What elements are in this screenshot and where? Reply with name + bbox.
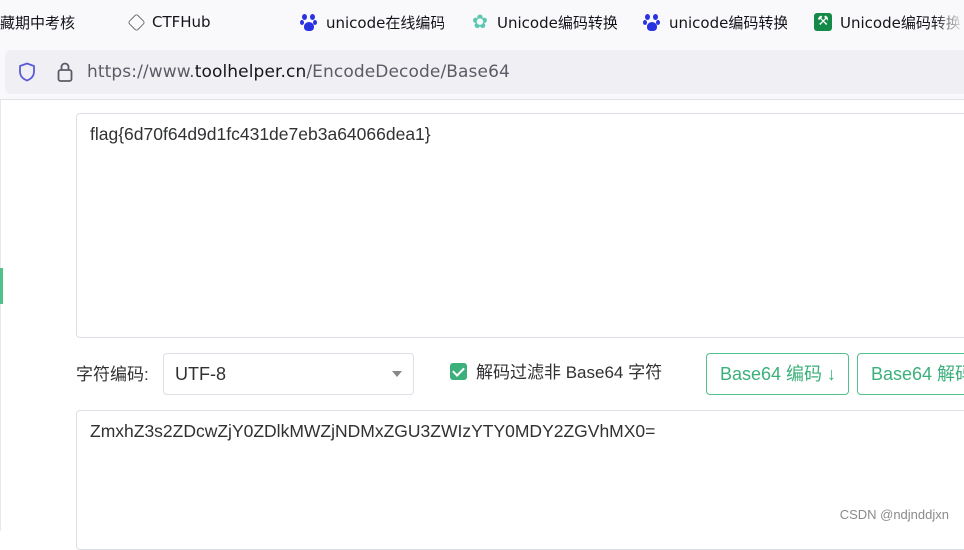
charset-value: UTF-8 xyxy=(175,364,226,384)
filter-non-base64-label[interactable]: 解码过滤非 Base64 字符 xyxy=(476,353,662,393)
base64-output-textarea[interactable]: ZmxhZ3s2ZDcwZjY0ZDlkMWZjNDMxZGU3ZWIzYTY0… xyxy=(76,410,964,550)
base64-decode-button[interactable]: Base64 解码 xyxy=(857,353,964,395)
bookmark-unicode-convert-1[interactable]: ✿ Unicode编码转换 xyxy=(471,0,617,44)
overflow-fade xyxy=(934,0,964,44)
bookmark-label: 藏期中考核 xyxy=(0,13,76,32)
address-bar[interactable]: https://www.toolhelper.cn/EncodeDecode/B… xyxy=(5,50,964,94)
charset-select[interactable]: UTF-8 xyxy=(163,353,414,395)
baidu-paw-icon xyxy=(643,13,661,31)
bookmark-unicode-convert-2[interactable]: unicode编码转换 xyxy=(643,0,787,44)
bookmarks-bar: 藏期中考核 CTFHub unicode在线编码 ✿ Unicode编码转换 u… xyxy=(0,0,964,44)
url-host: toolhelper.cn xyxy=(194,62,307,82)
chevron-down-icon xyxy=(392,371,402,377)
cube-icon xyxy=(127,12,146,32)
baidu-paw-icon xyxy=(300,13,318,31)
lock-icon[interactable] xyxy=(55,61,75,83)
tracking-shield-icon[interactable] xyxy=(17,62,37,82)
bookmark-item[interactable]: 藏期中考核 xyxy=(0,0,75,44)
url-scheme: https://www. xyxy=(87,62,195,82)
wrench-icon: ⚒ xyxy=(814,13,832,31)
charset-label: 字符编码: xyxy=(76,365,149,384)
bookmark-unicode-online[interactable]: unicode在线编码 xyxy=(300,0,444,44)
base64-encode-button[interactable]: Base64 编码 ↓ xyxy=(706,353,849,395)
url-text[interactable]: https://www.toolhelper.cn/EncodeDecode/B… xyxy=(87,50,510,94)
sidebar-active-indicator xyxy=(0,268,3,304)
bookmark-label: CTFHub xyxy=(152,13,211,31)
sidebar-edge xyxy=(0,100,1,531)
bookmark-ctfhub[interactable]: CTFHub xyxy=(127,0,211,44)
bookmark-label: Unicode编码转换 xyxy=(497,13,617,32)
plain-text-input[interactable]: flag{6d70f64d9d1fc431de7eb3a64066dea1} xyxy=(76,113,964,338)
bookmark-label: unicode编码转换 xyxy=(669,13,787,32)
page-content: flag{6d70f64d9d1fc431de7eb3a64066dea1} 字… xyxy=(0,100,964,550)
navigation-bar: https://www.toolhelper.cn/EncodeDecode/B… xyxy=(0,44,964,100)
url-path: /EncodeDecode/Base64 xyxy=(306,62,510,82)
filter-non-base64-checkbox[interactable] xyxy=(450,363,467,380)
csdn-watermark: CSDN @ndjnddjxn xyxy=(839,507,949,522)
bookmark-label: unicode在线编码 xyxy=(326,13,444,32)
gear-icon: ✿ xyxy=(472,11,488,33)
